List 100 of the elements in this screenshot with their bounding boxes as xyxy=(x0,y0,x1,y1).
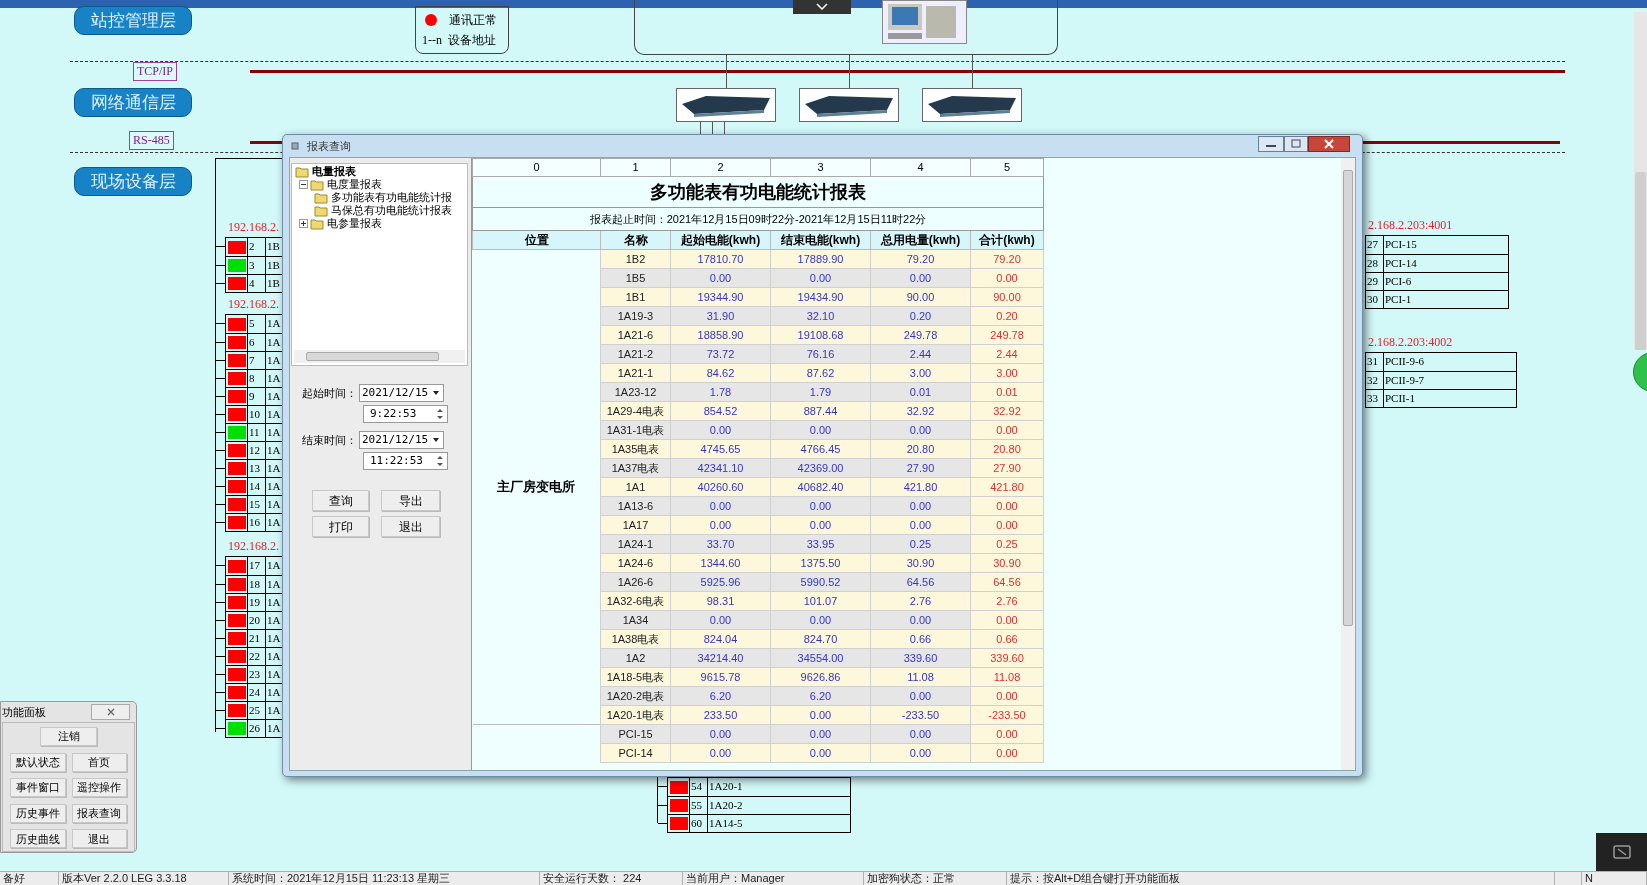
maximize-icon[interactable] xyxy=(1284,136,1308,152)
collapse-tab[interactable] xyxy=(793,0,851,14)
device-name: 1A xyxy=(266,479,282,494)
connector-line xyxy=(724,122,725,134)
screen-icon xyxy=(1612,844,1631,860)
device-number: 13 xyxy=(248,460,266,477)
tree-item[interactable]: 电度量报表 xyxy=(327,178,382,191)
device-number: 16 xyxy=(248,514,266,531)
device-name: 1A xyxy=(266,595,282,610)
device-number: 8 xyxy=(248,370,266,387)
column-number: 4 xyxy=(870,158,971,177)
ip-address: 2.168.2.203:4002 xyxy=(1368,334,1453,351)
close-icon[interactable] xyxy=(1308,136,1350,152)
device-number: 26 xyxy=(248,720,266,737)
layer-label: 站控管理层 xyxy=(74,6,192,35)
device-number: 54 xyxy=(690,778,708,796)
tree-item[interactable]: 电参量报表 xyxy=(327,217,382,230)
device-number: 12 xyxy=(248,442,266,459)
ip-address: 2.168.2.203:4001 xyxy=(1368,217,1453,234)
device-name: 1A xyxy=(266,335,282,350)
symbol-text: 1--n xyxy=(422,32,442,49)
tree-item[interactable]: 电量报表 xyxy=(312,165,356,178)
device-number: 21 xyxy=(248,630,266,647)
date-field[interactable]: 2021/12/15 xyxy=(359,431,444,449)
device-number: 24 xyxy=(248,684,266,701)
device-name: PCI-1 xyxy=(1384,292,1413,307)
tree-item[interactable]: 多功能表有功电能统计报 xyxy=(331,191,452,204)
device-number: 17 xyxy=(248,557,266,575)
protocol-label: TCP/IP xyxy=(133,62,177,81)
device-name: 1A xyxy=(266,443,282,458)
time-field[interactable]: 11:22:53 xyxy=(363,452,448,470)
status-text: 版本Ver 2.2.0 LEG 3.3.18 xyxy=(59,872,229,885)
status-text: 当前用户：Manager xyxy=(683,872,864,885)
status-text: 提示：按Alt+D组合键打开功能面板 xyxy=(1007,872,1555,885)
device-name: 1A xyxy=(266,316,282,331)
panel-button[interactable]: 默认状态 xyxy=(10,752,66,772)
dialog-button[interactable]: 查询 xyxy=(312,490,369,511)
network-switch-icon xyxy=(676,88,776,122)
network-switch-icon xyxy=(799,88,899,122)
status-text: 加密狗状态：正常 xyxy=(864,872,1007,885)
device-number: 15 xyxy=(248,496,266,513)
device-number: 55 xyxy=(690,797,708,814)
connector-line xyxy=(849,55,850,88)
collapse-icon[interactable] xyxy=(299,180,308,189)
expand-icon[interactable] xyxy=(299,219,308,228)
protocol-label: RS-485 xyxy=(129,131,174,150)
device-name: 1A20-2 xyxy=(708,798,744,813)
table-scrollbar[interactable] xyxy=(1341,158,1355,770)
device-number: 22 xyxy=(248,648,266,665)
ip-address: 192.168.2. xyxy=(228,538,279,555)
column-number: 1 xyxy=(600,158,671,177)
device-number: 18 xyxy=(248,576,266,593)
device-number: 10 xyxy=(248,406,266,423)
device-number: 4 xyxy=(248,275,266,292)
panel-button[interactable]: 退出 xyxy=(71,829,127,849)
device-name: 1A xyxy=(266,721,282,736)
date-field[interactable]: 2021/12/15 xyxy=(359,384,444,402)
time-field[interactable]: 9:22:53 xyxy=(363,405,448,423)
folder-icon xyxy=(314,204,328,217)
connector-line xyxy=(712,122,713,134)
panel-button[interactable]: 历史事件 xyxy=(10,803,66,823)
device-number: 32 xyxy=(1366,372,1384,389)
column-number: 0 xyxy=(472,158,601,177)
panel-button[interactable]: 遥控操作 xyxy=(71,778,127,798)
location-cell: 主厂房变电所 xyxy=(472,249,601,725)
device-name: 1A xyxy=(266,353,282,368)
folder-icon xyxy=(310,178,324,191)
field-label: 起始时间： xyxy=(301,385,358,401)
device-name: 1A xyxy=(266,515,282,530)
device-name: 1A xyxy=(266,371,282,386)
panel-button[interactable]: 首页 xyxy=(71,752,127,772)
status-text: 安全运行天数： 224 xyxy=(540,872,683,885)
report-period: 报表起止时间：2021年12月15日09时22分-2021年12月15日11时22分 xyxy=(472,207,1044,231)
panel-button[interactable]: 报表查询 xyxy=(71,803,127,823)
device-name: 1A xyxy=(266,407,282,422)
device-number: 5 xyxy=(248,315,266,333)
device-name: 1A14-5 xyxy=(708,816,744,831)
minimize-icon[interactable] xyxy=(1258,136,1284,152)
device-name: 1A xyxy=(266,461,282,476)
device-name: 1B xyxy=(266,258,281,273)
device-number: 31 xyxy=(1366,353,1384,371)
panel-button[interactable]: 事件窗口 xyxy=(10,778,66,798)
horizontal-scrollbar[interactable] xyxy=(294,350,465,363)
status-text: 备好 xyxy=(0,872,59,885)
page-scrollbar[interactable] xyxy=(1634,12,1647,350)
legend-label: 通讯正常 xyxy=(449,12,497,29)
device-name: 1A xyxy=(266,649,282,664)
dialog-button[interactable]: 打印 xyxy=(312,516,369,537)
tree-item[interactable]: 马保总有功电能统计报表 xyxy=(331,204,452,217)
panel-button[interactable]: 历史曲线 xyxy=(10,829,66,849)
device-name: PCI-15 xyxy=(1384,237,1418,252)
dialog-button[interactable]: 退出 xyxy=(381,516,440,537)
device-number: 30 xyxy=(1366,291,1384,308)
device-name: 1A xyxy=(266,577,282,592)
dialog-button[interactable]: 导出 xyxy=(381,490,440,511)
app-icon xyxy=(291,142,299,150)
device-number: 33 xyxy=(1366,390,1384,407)
panel-button[interactable]: 注销 xyxy=(40,727,97,746)
folder-icon xyxy=(310,217,324,230)
overlay-button[interactable] xyxy=(1596,833,1647,871)
